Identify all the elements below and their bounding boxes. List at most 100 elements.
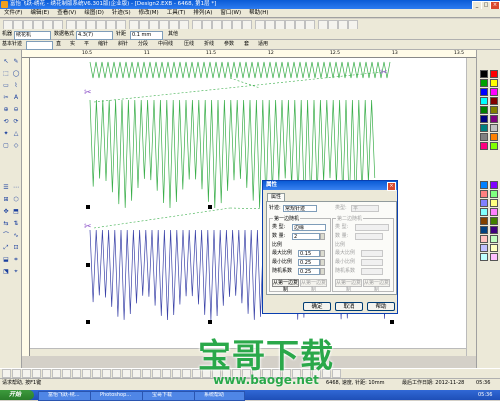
color-swatch[interactable] [480,181,488,189]
tool-icon[interactable]: ⊡ [12,244,20,252]
color-swatch[interactable] [490,79,498,87]
menu-item[interactable]: 帮助(H) [245,9,272,18]
view-button[interactable] [112,369,121,378]
selection-handle[interactable] [86,205,90,209]
tool-icon[interactable]: △ [12,130,20,138]
stitch-select[interactable] [26,41,53,50]
view-button[interactable] [162,369,171,378]
color-swatch[interactable] [490,235,498,243]
g2-rand-input[interactable] [361,268,383,275]
color-swatch[interactable] [490,97,498,105]
color-swatch[interactable] [480,142,488,150]
tool-icon[interactable]: ⊞ [2,196,10,204]
view-button[interactable] [102,369,111,378]
color-swatch[interactable] [490,226,498,234]
color-swatch[interactable] [480,208,488,216]
color-swatch[interactable] [480,133,488,141]
color-swatch[interactable] [490,115,498,123]
menu-item[interactable]: 窗口(W) [216,9,245,18]
type-select-right[interactable]: 平 [351,205,379,212]
tool-icon[interactable]: ▭ [2,82,10,90]
color-swatch[interactable] [490,199,498,207]
tool-icon[interactable]: ∿ [12,232,20,240]
color-swatch[interactable] [480,115,488,123]
view-button[interactable] [152,369,161,378]
selection-handle[interactable] [208,320,212,324]
view-button[interactable] [22,369,31,378]
tool-icon[interactable]: ◇ [12,142,20,150]
tool-icon[interactable]: ⟲ [2,118,10,126]
stitch-option[interactable]: 分段 [138,40,148,49]
tool-icon[interactable]: ◯ [12,70,20,78]
tool-icon[interactable]: ⌒ [2,232,10,240]
color-swatch[interactable] [490,88,498,96]
color-swatch[interactable] [480,235,488,243]
color-swatch[interactable] [480,244,488,252]
view-button[interactable] [132,369,141,378]
tool-icon[interactable]: ✥ [2,208,10,216]
design-canvas[interactable]: ✂ ✂ ✂ [30,58,476,356]
color-swatch[interactable] [490,142,498,150]
view-button[interactable] [72,369,81,378]
color-swatch[interactable] [490,133,498,141]
g1-max-input[interactable]: 0.15 [298,250,320,257]
tool-icon[interactable]: ⌖ [12,268,20,276]
stitch-option[interactable]: 缩针 [98,40,108,49]
tool-icon[interactable]: ⊕ [2,106,10,114]
color-swatch[interactable] [480,97,488,105]
menu-item[interactable]: 编辑(E) [26,9,53,18]
menu-item[interactable]: 文件(F) [0,9,26,18]
color-swatch[interactable] [490,208,498,216]
page-select[interactable]: 常规针迹 [283,205,317,212]
tool-icon[interactable]: ↖ [2,58,10,66]
color-swatch[interactable] [490,181,498,189]
tool-icon[interactable]: ⌇ [12,82,20,90]
tool-icon[interactable]: ✎ [12,58,20,66]
color-swatch[interactable] [480,199,488,207]
cancel-button[interactable]: 取消 [335,302,363,311]
stitch-option[interactable]: 参数 [224,40,234,49]
g1-copy-right-button[interactable]: 从第一边复制 [300,279,327,293]
color-swatch[interactable] [480,190,488,198]
view-button[interactable] [32,369,41,378]
color-swatch[interactable] [480,124,488,132]
g1-max-spinner[interactable] [320,250,325,257]
g1-rand-input[interactable]: 0.25 [298,268,320,275]
tool-icon[interactable]: ⬚ [2,70,10,78]
stitch-option[interactable]: 适用 [258,40,268,49]
machine-select[interactable]: 绣花机 [14,31,51,40]
menu-item[interactable]: 修改(M) [135,9,163,18]
color-swatch[interactable] [490,190,498,198]
vertical-scrollbar[interactable] [466,58,476,356]
help-button[interactable]: 帮助 [367,302,395,311]
tool-icon[interactable]: ⇅ [12,220,20,228]
color-swatch[interactable] [480,253,488,261]
ok-button[interactable]: 确定 [303,302,331,311]
tool-icon[interactable]: ☰ [2,184,10,192]
g1-rand-spinner[interactable] [320,268,325,275]
tool-icon[interactable]: ⬡ [12,196,20,204]
g1-copy-left-button[interactable]: 从第一边复制 [272,279,299,293]
stitch-option[interactable]: 斜针 [118,40,128,49]
view-button[interactable] [62,369,71,378]
view-button[interactable] [2,369,11,378]
data-format-select[interactable]: 4.3(7) [76,31,113,40]
g2-type-select[interactable] [355,224,389,231]
stitch-option[interactable]: 实 [70,40,75,49]
color-swatch[interactable] [480,106,488,114]
view-button[interactable] [12,369,21,378]
color-swatch[interactable] [490,253,498,261]
color-swatch[interactable] [480,88,488,96]
tool-icon[interactable]: ✂ [2,94,10,102]
color-swatch[interactable] [480,226,488,234]
g1-count-spinner[interactable] [320,233,325,240]
color-swatch[interactable] [490,70,498,78]
g1-min-input[interactable]: 0.25 [298,259,320,266]
menu-item[interactable]: 查看(V) [53,9,80,18]
color-swatch[interactable] [490,106,498,114]
stitch-option[interactable]: 中间线 [158,40,173,49]
g1-min-spinner[interactable] [320,259,325,266]
tool-icon[interactable]: ⌗ [12,256,20,264]
tool-icon[interactable]: ⊖ [12,106,20,114]
menu-item[interactable]: 排列(A) [189,9,216,18]
